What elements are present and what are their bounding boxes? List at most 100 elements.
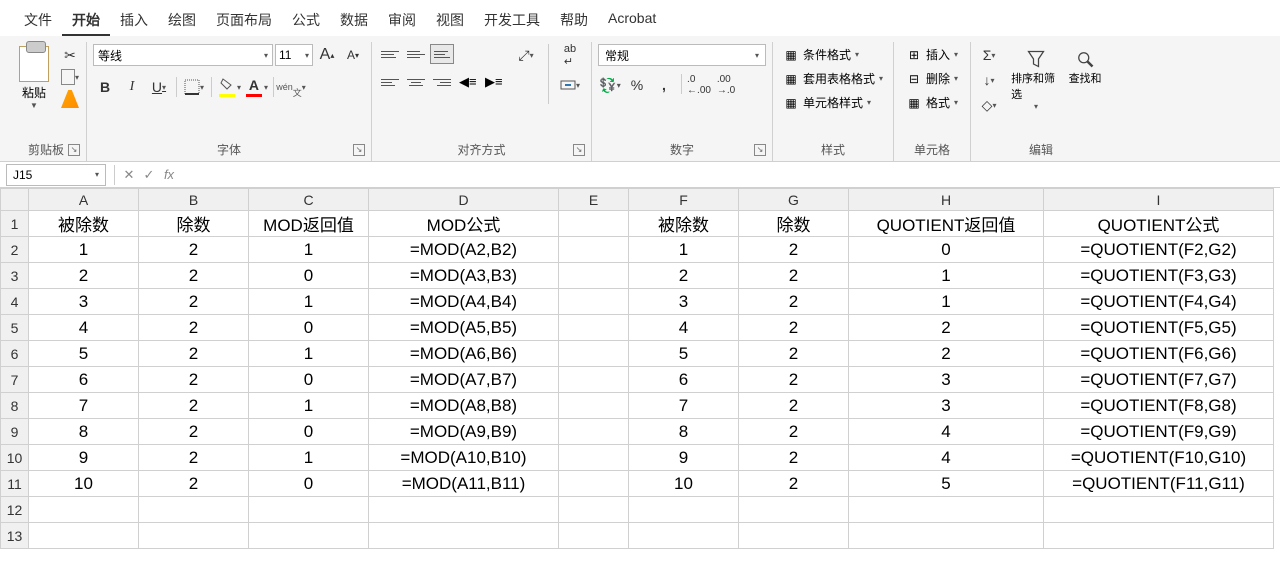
align-bottom-button[interactable] xyxy=(430,44,454,64)
cell[interactable]: 2 xyxy=(739,341,849,367)
cell[interactable]: 2 xyxy=(849,315,1044,341)
percent-button[interactable]: % xyxy=(625,74,649,96)
cell[interactable]: 2 xyxy=(739,419,849,445)
cell[interactable]: MOD公式 xyxy=(369,211,559,237)
cell[interactable]: 1 xyxy=(249,445,369,471)
cell[interactable]: 1 xyxy=(249,237,369,263)
paste-button[interactable]: 粘贴 ▼ xyxy=(12,44,56,110)
cell[interactable]: 2 xyxy=(739,237,849,263)
col-header-H[interactable]: H xyxy=(849,189,1044,211)
row-header-1[interactable]: 1 xyxy=(1,211,29,237)
font-name-select[interactable]: 等线▾ xyxy=(93,44,273,66)
row-header-9[interactable]: 9 xyxy=(1,419,29,445)
cell[interactable] xyxy=(559,523,629,549)
cell[interactable] xyxy=(1044,497,1274,523)
cell[interactable] xyxy=(369,497,559,523)
cell[interactable]: 4 xyxy=(629,315,739,341)
cell[interactable]: =MOD(A8,B8) xyxy=(369,393,559,419)
menu-绘图[interactable]: 绘图 xyxy=(158,6,206,36)
row-header-13[interactable]: 13 xyxy=(1,523,29,549)
col-header-I[interactable]: I xyxy=(1044,189,1274,211)
col-header-E[interactable]: E xyxy=(559,189,629,211)
align-left-button[interactable] xyxy=(378,72,402,92)
border-button[interactable]: ▾ xyxy=(182,76,206,98)
fill-color-button[interactable]: ▾ xyxy=(217,76,241,98)
menu-审阅[interactable]: 审阅 xyxy=(378,6,426,36)
formula-input[interactable] xyxy=(179,164,1280,186)
cell[interactable]: =QUOTIENT(F5,G5) xyxy=(1044,315,1274,341)
cell[interactable] xyxy=(29,523,139,549)
number-format-select[interactable]: 常规▾ xyxy=(598,44,766,66)
col-header-A[interactable]: A xyxy=(29,189,139,211)
row-header-2[interactable]: 2 xyxy=(1,237,29,263)
cell[interactable]: 3 xyxy=(629,289,739,315)
cell[interactable]: =MOD(A9,B9) xyxy=(369,419,559,445)
cell[interactable] xyxy=(29,497,139,523)
format-painter-button[interactable] xyxy=(60,90,80,108)
fill-button[interactable]: ↓▾ xyxy=(977,69,1001,91)
dialog-launcher-icon[interactable]: ↘ xyxy=(754,144,766,156)
cell[interactable]: =MOD(A11,B11) xyxy=(369,471,559,497)
enter-formula-button[interactable]: ✓ xyxy=(139,167,159,183)
cell[interactable]: 5 xyxy=(849,471,1044,497)
wrap-text-button[interactable]: ab↵ xyxy=(555,44,585,66)
select-all-corner[interactable] xyxy=(1,189,29,211)
cell[interactable]: 1 xyxy=(29,237,139,263)
insert-cells-button[interactable]: ⊞插入 ▾ xyxy=(900,44,964,65)
cell[interactable]: 2 xyxy=(139,289,249,315)
cell[interactable]: MOD返回值 xyxy=(249,211,369,237)
row-header-7[interactable]: 7 xyxy=(1,367,29,393)
cell[interactable]: 1 xyxy=(249,393,369,419)
row-header-4[interactable]: 4 xyxy=(1,289,29,315)
cell[interactable]: 6 xyxy=(629,367,739,393)
cell[interactable]: 1 xyxy=(249,289,369,315)
cell[interactable]: 10 xyxy=(629,471,739,497)
cell[interactable] xyxy=(559,471,629,497)
cell[interactable]: =QUOTIENT(F6,G6) xyxy=(1044,341,1274,367)
accounting-format-button[interactable]: 💱▾ xyxy=(598,74,622,96)
align-top-button[interactable] xyxy=(378,44,402,64)
cell[interactable] xyxy=(559,445,629,471)
cell[interactable]: 9 xyxy=(629,445,739,471)
copy-button[interactable]: ▾ xyxy=(60,68,80,86)
cell[interactable]: =QUOTIENT(F4,G4) xyxy=(1044,289,1274,315)
cell[interactable]: 2 xyxy=(139,471,249,497)
cell[interactable]: QUOTIENT公式 xyxy=(1044,211,1274,237)
cell[interactable]: =QUOTIENT(F3,G3) xyxy=(1044,263,1274,289)
cell[interactable] xyxy=(559,393,629,419)
cell[interactable]: =QUOTIENT(F7,G7) xyxy=(1044,367,1274,393)
conditional-format-button[interactable]: ▦条件格式▾ xyxy=(779,44,887,65)
col-header-B[interactable]: B xyxy=(139,189,249,211)
dialog-launcher-icon[interactable]: ↘ xyxy=(68,144,80,156)
decrease-indent-button[interactable]: ◀≡ xyxy=(456,72,480,92)
menu-页面布局[interactable]: 页面布局 xyxy=(206,6,282,36)
cell[interactable]: 2 xyxy=(139,419,249,445)
cell[interactable]: 7 xyxy=(29,393,139,419)
row-header-3[interactable]: 3 xyxy=(1,263,29,289)
merge-center-button[interactable]: ▾ xyxy=(555,74,585,96)
cell[interactable]: 2 xyxy=(739,471,849,497)
menu-开发工具[interactable]: 开发工具 xyxy=(474,6,550,36)
cell[interactable]: 3 xyxy=(849,367,1044,393)
menu-数据[interactable]: 数据 xyxy=(330,6,378,36)
cell[interactable] xyxy=(559,341,629,367)
dialog-launcher-icon[interactable]: ↘ xyxy=(353,144,365,156)
align-middle-button[interactable] xyxy=(404,44,428,64)
decrease-decimal-button[interactable]: .00→.0 xyxy=(714,74,738,96)
cell[interactable] xyxy=(139,497,249,523)
row-header-11[interactable]: 11 xyxy=(1,471,29,497)
autosum-button[interactable]: Σ▾ xyxy=(977,44,1001,66)
underline-button[interactable]: U▾ xyxy=(147,76,171,98)
cell[interactable]: 除数 xyxy=(139,211,249,237)
col-header-C[interactable]: C xyxy=(249,189,369,211)
cell[interactable]: =MOD(A3,B3) xyxy=(369,263,559,289)
cell[interactable]: =MOD(A7,B7) xyxy=(369,367,559,393)
increase-font-button[interactable]: A▴ xyxy=(315,44,339,66)
cell[interactable]: =MOD(A4,B4) xyxy=(369,289,559,315)
cell[interactable]: 0 xyxy=(249,419,369,445)
cell[interactable] xyxy=(629,523,739,549)
cell[interactable]: =MOD(A6,B6) xyxy=(369,341,559,367)
cell[interactable]: 4 xyxy=(849,419,1044,445)
menu-视图[interactable]: 视图 xyxy=(426,6,474,36)
format-cells-button[interactable]: ▦格式 ▾ xyxy=(900,92,964,113)
